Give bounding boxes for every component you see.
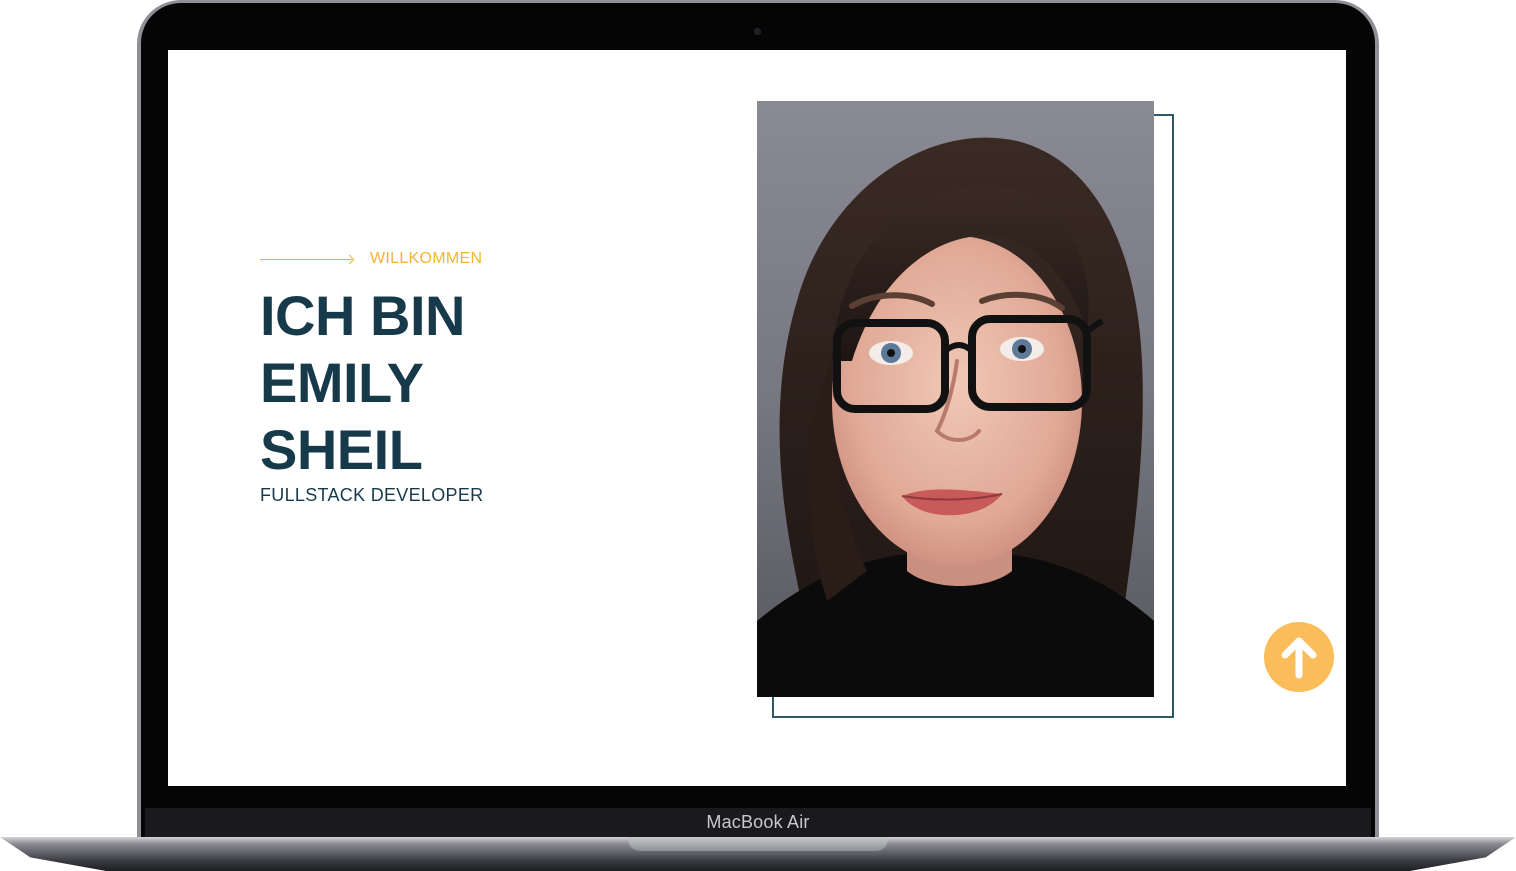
arrow-right-icon — [260, 258, 352, 260]
portrait-photo — [757, 101, 1154, 697]
laptop-mockup: MacBook Air WILLKOMMEN ICH BIN EMILY SHE… — [0, 0, 1516, 871]
portrait-illustration — [757, 101, 1154, 697]
camera-icon — [754, 28, 761, 35]
website-screen: WILLKOMMEN ICH BIN EMILY SHEIL FULLSTACK… — [168, 50, 1346, 786]
eyebrow: WILLKOMMEN — [260, 250, 483, 268]
headline-line-1: ICH BIN — [260, 284, 465, 347]
laptop-notch — [628, 837, 888, 851]
scroll-top-button[interactable] — [1264, 622, 1334, 692]
hero-subtitle: FULLSTACK DEVELOPER — [260, 485, 484, 505]
device-label: MacBook Air — [706, 812, 810, 832]
headline-line-2: EMILY — [260, 351, 424, 414]
hero-section: WILLKOMMEN ICH BIN EMILY SHEIL FULLSTACK… — [260, 250, 483, 506]
headline-line-3: SHEIL — [260, 418, 423, 481]
eyebrow-text: WILLKOMMEN — [370, 250, 483, 267]
arrow-up-icon — [1281, 637, 1317, 679]
hero-headline: ICH BIN EMILY SHEIL — [260, 282, 483, 483]
